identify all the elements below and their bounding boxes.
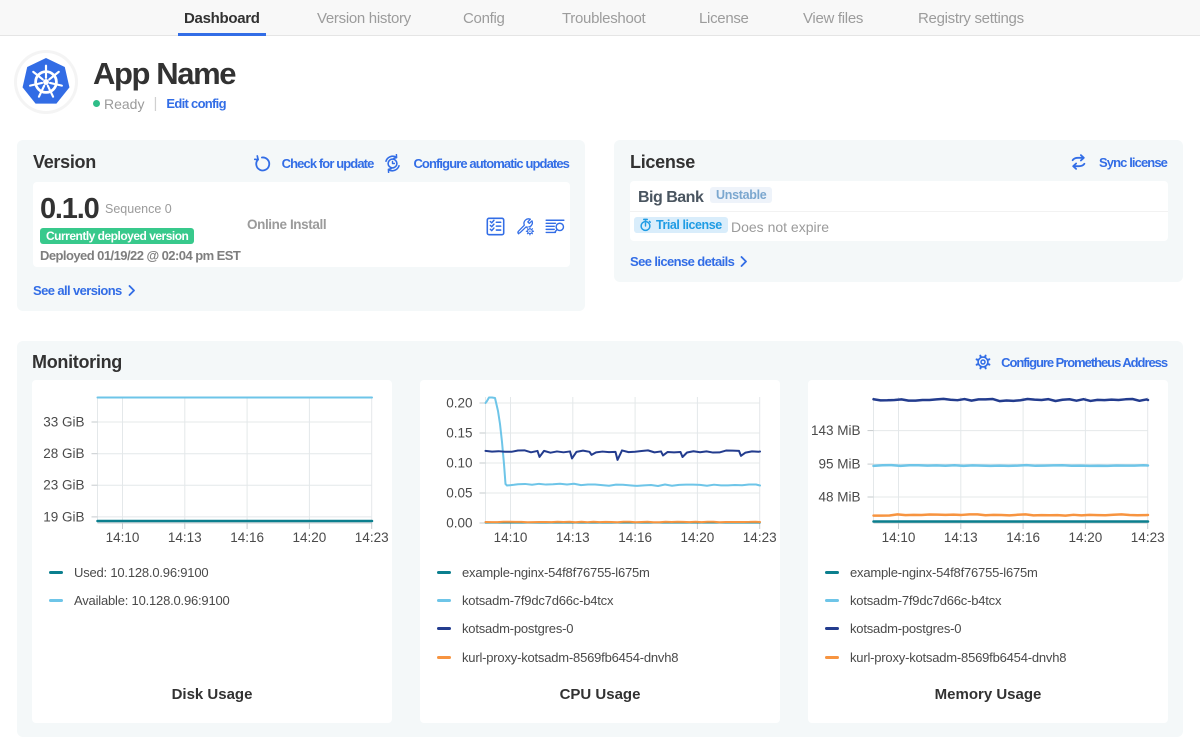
svg-text:23 GiB: 23 GiB — [43, 478, 84, 493]
svg-text:19 GiB: 19 GiB — [43, 509, 84, 524]
svg-text:14:20: 14:20 — [293, 530, 327, 545]
svg-text:14:23: 14:23 — [355, 530, 389, 545]
svg-text:14:10: 14:10 — [106, 530, 140, 545]
svg-text:14:16: 14:16 — [1006, 530, 1040, 545]
svg-text:143 MiB: 143 MiB — [811, 423, 861, 438]
svg-text:33 GiB: 33 GiB — [43, 415, 84, 430]
svg-text:14:20: 14:20 — [681, 530, 715, 545]
svg-text:48 MiB: 48 MiB — [818, 490, 860, 505]
svg-text:0.20: 0.20 — [446, 396, 472, 411]
svg-text:14:10: 14:10 — [882, 530, 916, 545]
svg-text:14:13: 14:13 — [168, 530, 202, 545]
svg-text:0.00: 0.00 — [446, 516, 472, 531]
svg-text:95 MiB: 95 MiB — [818, 457, 860, 472]
svg-text:28 GiB: 28 GiB — [43, 446, 84, 461]
svg-text:14:16: 14:16 — [618, 530, 652, 545]
svg-text:14:13: 14:13 — [556, 530, 590, 545]
svg-text:14:23: 14:23 — [1131, 530, 1165, 545]
svg-text:0.15: 0.15 — [446, 426, 472, 441]
svg-text:14:13: 14:13 — [944, 530, 978, 545]
svg-text:14:16: 14:16 — [230, 530, 264, 545]
svg-text:14:20: 14:20 — [1069, 530, 1103, 545]
svg-text:0.05: 0.05 — [446, 486, 472, 501]
svg-text:0.10: 0.10 — [446, 456, 472, 471]
svg-text:14:23: 14:23 — [743, 530, 777, 545]
svg-text:14:10: 14:10 — [494, 530, 528, 545]
